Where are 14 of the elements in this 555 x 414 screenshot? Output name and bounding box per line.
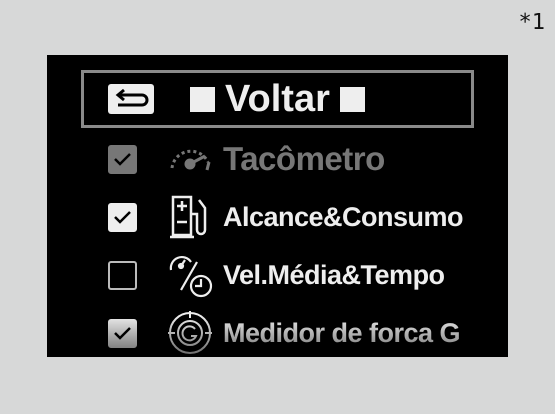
highlight-marker [340, 86, 365, 112]
g-meter-icon [167, 310, 213, 356]
menu-item-label: Medidor de forca G [223, 318, 460, 348]
menu-item-label: Alcance&Consumo [223, 202, 464, 232]
checkmark-icon [113, 326, 132, 340]
return-icon [108, 84, 154, 114]
checkmark-icon [113, 152, 132, 166]
back-menu-item[interactable]: Voltar [81, 70, 474, 128]
footnote-mark: *1 [518, 10, 545, 35]
checkbox[interactable] [108, 260, 137, 290]
checkmark-icon [113, 210, 132, 224]
menu-item-label: Vel.Média&Tempo [223, 260, 445, 290]
menu-item-label: Tacômetro [223, 140, 385, 178]
highlight-marker [190, 86, 215, 112]
